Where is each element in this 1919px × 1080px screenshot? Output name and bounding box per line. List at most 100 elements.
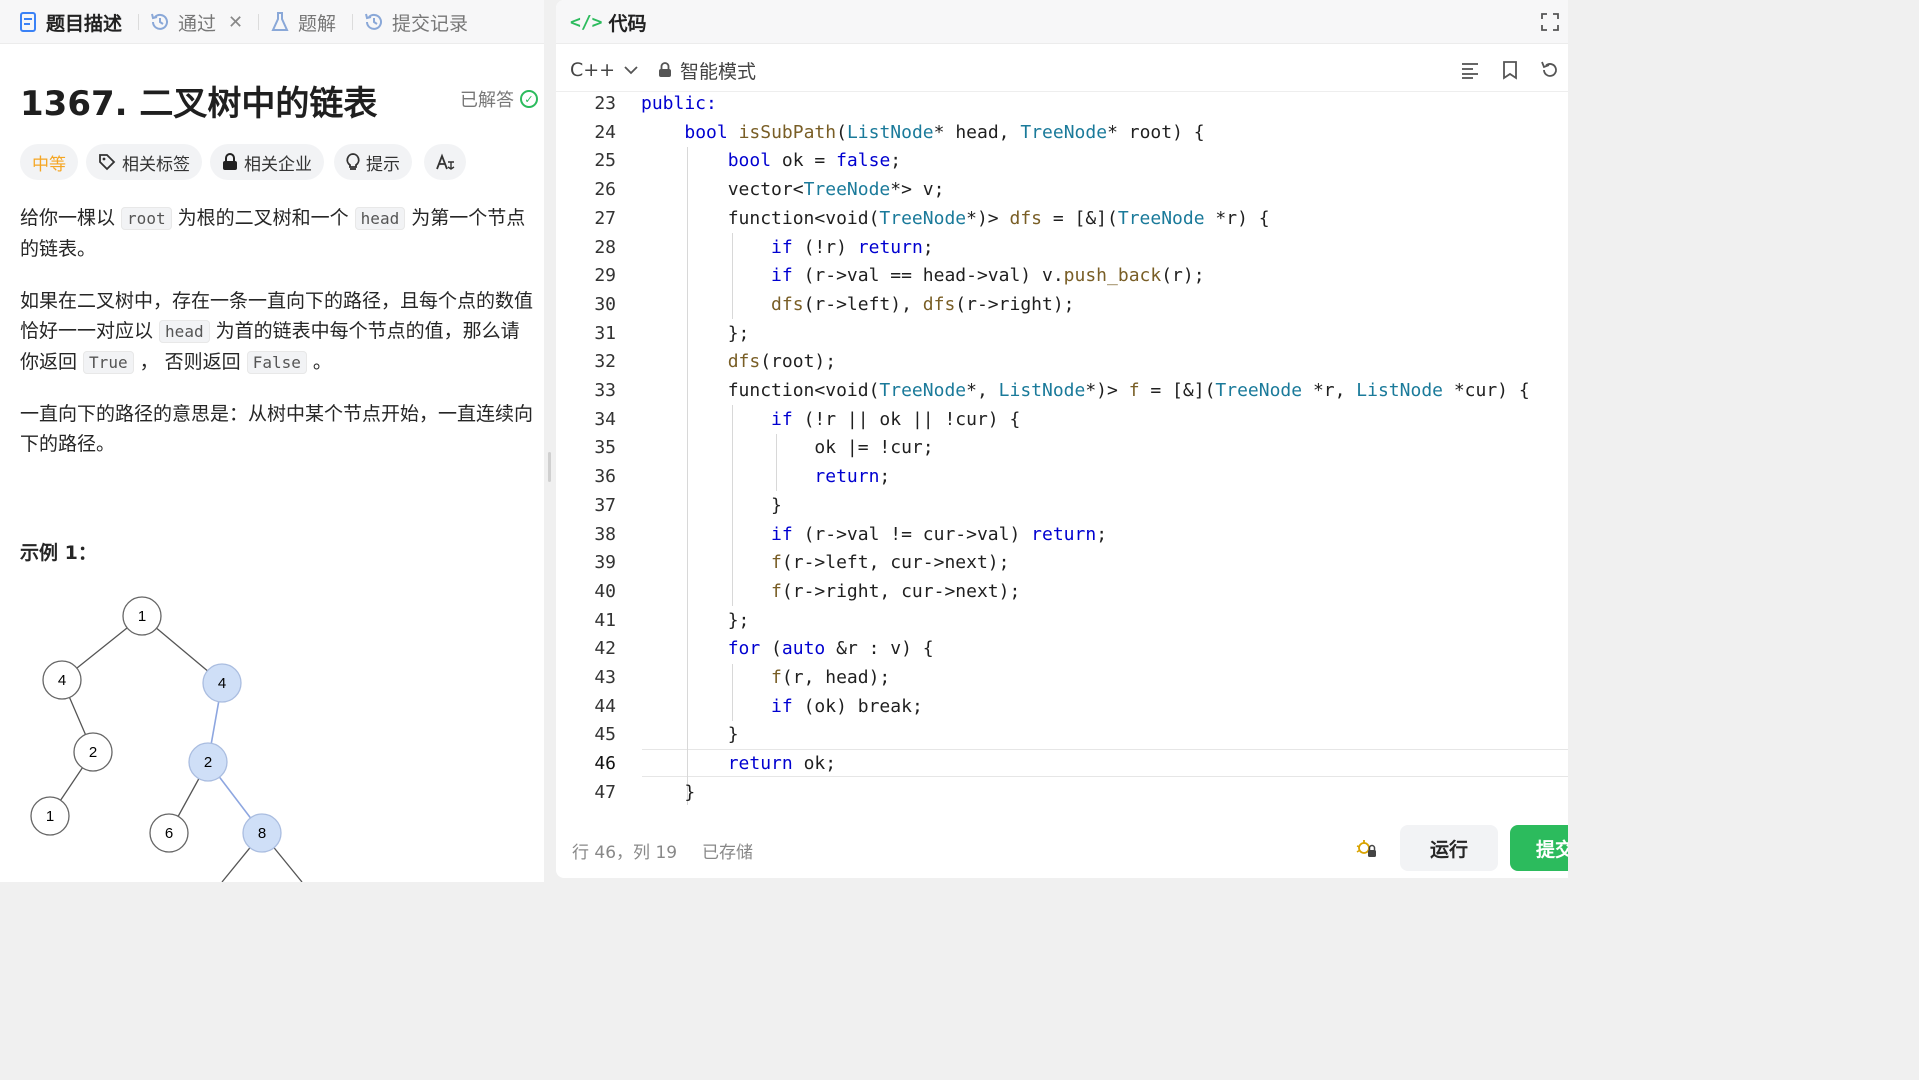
code-line[interactable]: 25 bool ok = false; xyxy=(556,147,1568,176)
code-line[interactable]: 33 function<void(TreeNode*, ListNode*)> … xyxy=(556,377,1568,406)
debug-icon[interactable] xyxy=(1354,836,1378,864)
hint-chip[interactable]: 提示 xyxy=(334,144,412,180)
code-text: } xyxy=(641,724,739,746)
code-panel-title: </> 代码 xyxy=(570,11,647,35)
line-number: 45 xyxy=(594,724,616,746)
code-text: if (r->val == head->val) v.push_back(r); xyxy=(771,265,1205,287)
tree-node-label: 1 xyxy=(46,808,54,825)
close-icon[interactable]: ✕ xyxy=(228,0,243,44)
line-number: 31 xyxy=(594,322,616,344)
code-text: } xyxy=(641,781,696,803)
code-line[interactable]: 46 return ok; xyxy=(556,750,1568,779)
app: 题目描述 通过 ✕ 题解 提交记录 1367. 二叉树中的链表 已解答 ✓ 中等… xyxy=(0,0,1568,882)
bookmark-icon[interactable] xyxy=(1498,58,1522,82)
code-icon: </> xyxy=(570,11,603,33)
code-text: for (auto &r : v) { xyxy=(727,638,934,660)
code-line[interactable]: 28 if (!r) return; xyxy=(556,234,1568,263)
reset-icon[interactable] xyxy=(1538,58,1562,82)
editor-status-bar: 行 46，列 19 已存储 运行 提交 xyxy=(556,820,1568,878)
editor-toolbar: C++ 智能模式 xyxy=(556,48,1568,92)
code-line[interactable]: 45 } xyxy=(556,721,1568,750)
lightbulb-icon xyxy=(346,153,360,171)
code-text: if (!r || ok || !cur) { xyxy=(771,408,1021,430)
code-text: f(r, head); xyxy=(771,667,891,688)
line-number: 27 xyxy=(594,207,616,229)
submit-button[interactable]: 提交 xyxy=(1510,825,1568,871)
code-text: f(r->right, cur->next); xyxy=(771,580,1021,602)
translate-icon[interactable] xyxy=(424,144,466,180)
code-line[interactable]: 38 if (r->val != cur->val) return; xyxy=(556,521,1568,550)
code-line[interactable]: 31 }; xyxy=(556,320,1568,349)
code-line[interactable]: 43 f(r, head); xyxy=(556,664,1568,693)
code-line[interactable]: 23 public: xyxy=(556,90,1568,119)
problem-title[interactable]: 1367. 二叉树中的链表 xyxy=(20,76,377,125)
run-button[interactable]: 运行 xyxy=(1400,825,1498,871)
inline-code: root xyxy=(121,207,172,230)
problem-panel: 题目描述 通过 ✕ 题解 提交记录 1367. 二叉树中的链表 已解答 ✓ 中等… xyxy=(0,0,544,882)
code-line[interactable]: 42 for (auto &r : v) { xyxy=(556,635,1568,664)
fullscreen-icon[interactable] xyxy=(1540,12,1560,36)
description-paragraph-3: 一直向下的路径的意思是：从树中某个节点开始，一直连续向下的路径。 xyxy=(20,403,534,455)
history-icon xyxy=(150,12,170,32)
panel-resize-handle[interactable] xyxy=(548,452,551,482)
tree-node-label: 6 xyxy=(165,825,173,842)
lock-icon xyxy=(658,62,672,78)
cursor-position: 行 46，列 19 xyxy=(572,843,678,863)
line-number: 24 xyxy=(594,121,616,143)
code-text: function<void(TreeNode*, ListNode*)> f =… xyxy=(641,380,1530,401)
tab-divider xyxy=(258,14,259,30)
tab-submissions[interactable]: 提交记录 xyxy=(364,0,468,44)
code-line[interactable]: 40 f(r->right, cur->next); xyxy=(556,578,1568,607)
line-number: 32 xyxy=(594,351,616,373)
code-editor[interactable]: 23 public: 24 bool isSubPath(ListNode* hea… xyxy=(556,90,1568,810)
related-companies-chip[interactable]: 相关企业 xyxy=(210,144,324,180)
code-line[interactable]: 36 return; xyxy=(556,463,1568,492)
inline-code: False xyxy=(246,351,307,374)
code-line[interactable]: 41 }; xyxy=(556,607,1568,636)
line-number: 25 xyxy=(594,150,616,172)
code-line[interactable]: 32 dfs(root); xyxy=(556,348,1568,377)
code-line[interactable]: 29 if (r->val == head->val) v.push_back(… xyxy=(556,262,1568,291)
description-paragraph-1: 给你一棵以 root 为根的二叉树和一个 head 为第一个节点的链表。 xyxy=(20,207,526,260)
code-text: ok |= !cur; xyxy=(641,437,934,459)
inline-code: head xyxy=(159,320,210,343)
inline-code: head xyxy=(354,207,406,230)
code-panel: </> 代码 C++ 智能模式 23 public: 24 bool isSub… xyxy=(556,0,1568,878)
code-line[interactable]: 44 if (ok) break; xyxy=(556,693,1568,722)
tag-icon xyxy=(98,153,116,171)
save-status: 已存储 xyxy=(702,843,753,863)
code-line[interactable]: 39 f(r->left, cur->next); xyxy=(556,549,1568,578)
code-text: dfs(root); xyxy=(727,351,837,373)
code-line[interactable]: 27 function<void(TreeNode*)> dfs = [&](T… xyxy=(556,205,1568,234)
tab-accepted[interactable]: 通过 xyxy=(150,0,216,44)
tab-divider xyxy=(352,14,353,30)
code-text: } xyxy=(641,494,782,516)
code-line[interactable]: 35 ok |= !cur; xyxy=(556,434,1568,463)
code-text: if (r->val != cur->val) return; xyxy=(771,523,1108,545)
line-number: 47 xyxy=(594,781,616,803)
line-number: 43 xyxy=(594,667,616,688)
code-line[interactable]: 34 if (!r || ok || !cur) { xyxy=(556,406,1568,435)
code-text: bool isSubPath(ListNode* head, TreeNode*… xyxy=(684,121,1205,143)
check-icon: ✓ xyxy=(520,90,538,108)
code-text: public: xyxy=(641,93,717,114)
tab-solutions[interactable]: 题解 xyxy=(270,0,336,44)
code-line[interactable]: 30 dfs(r->left), dfs(r->right); xyxy=(556,291,1568,320)
code-line[interactable]: 47 } xyxy=(556,779,1568,808)
line-number: 36 xyxy=(594,466,616,488)
code-text: function<void(TreeNode*)> dfs = [&](Tree… xyxy=(641,207,1270,229)
document-icon xyxy=(18,12,38,32)
format-icon[interactable] xyxy=(1458,58,1482,82)
line-number: 34 xyxy=(594,408,616,430)
tab-description[interactable]: 题目描述 xyxy=(18,0,122,44)
code-line[interactable]: 26 vector<TreeNode*> v; xyxy=(556,176,1568,205)
related-tags-chip[interactable]: 相关标签 xyxy=(86,144,202,180)
code-line[interactable]: 24 bool isSubPath(ListNode* head, TreeNo… xyxy=(556,119,1568,148)
language-select[interactable]: C++ xyxy=(570,48,639,92)
smart-mode-toggle[interactable]: 智能模式 xyxy=(658,48,756,92)
inline-code: True xyxy=(83,351,134,374)
flask-icon xyxy=(270,12,290,32)
code-line[interactable]: 37 } xyxy=(556,492,1568,521)
code-text: dfs(r->left), dfs(r->right); xyxy=(771,293,1075,315)
line-number: 28 xyxy=(594,236,616,258)
